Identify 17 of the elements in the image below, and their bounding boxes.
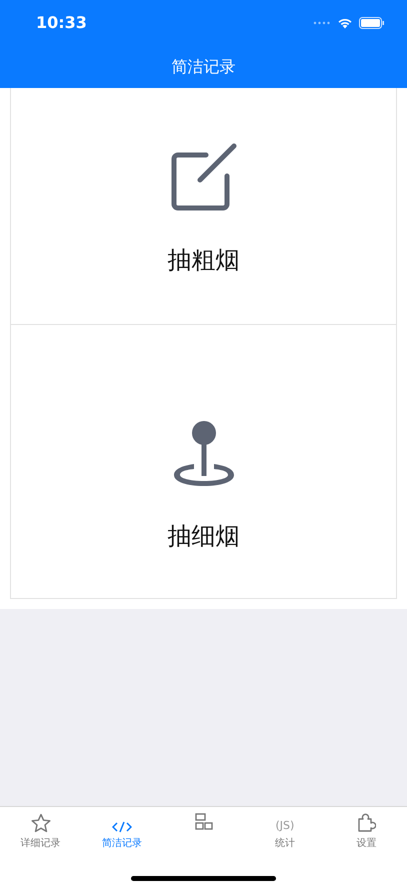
battery-icon <box>359 16 385 28</box>
code-icon <box>112 821 132 833</box>
js-icon: (JS) <box>276 819 294 833</box>
tab-item[interactable]: 详细记录 <box>0 807 82 851</box>
tab-item[interactable]: 设置 <box>326 807 407 851</box>
grid-icon <box>194 813 213 830</box>
tab-item[interactable]: 简洁记录 <box>81 807 163 851</box>
action-tile[interactable]: 抽粗烟 <box>11 88 396 324</box>
edit-icon <box>170 142 238 212</box>
page-title: 简洁记录 <box>170 56 236 78</box>
action-tile[interactable]: 抽细烟 <box>11 324 396 598</box>
puzzle-icon <box>356 813 376 833</box>
tab-item[interactable]: (JS) 统计 <box>244 807 326 851</box>
status-time: 10:33 <box>36 13 87 32</box>
map-pin-icon <box>172 420 236 488</box>
signal-icon <box>313 20 331 24</box>
wifi-icon <box>337 16 353 28</box>
